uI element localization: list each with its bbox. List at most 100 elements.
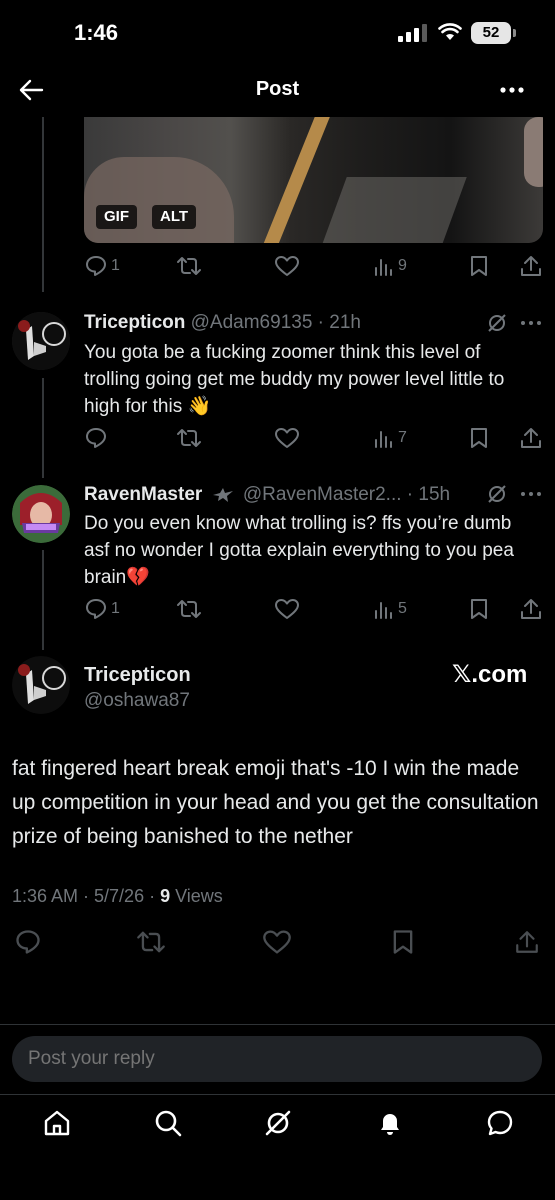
reply-actions: 1 5 <box>84 597 543 623</box>
messages-icon[interactable] <box>485 1108 515 1138</box>
grok-icon[interactable] <box>486 483 508 505</box>
grok-icon[interactable] <box>263 1108 293 1138</box>
share-icon <box>521 599 541 619</box>
thread-line <box>42 378 44 478</box>
reply-time: 15h <box>418 484 451 505</box>
post-actions: 1 9 <box>84 254 543 280</box>
repost-icon <box>177 429 201 447</box>
reply-author-handle[interactable]: @RavenMaster2... <box>243 484 402 505</box>
reply-count: 1 <box>111 257 120 274</box>
post-author-handle[interactable]: @oshawa87 <box>84 690 190 712</box>
wifi-icon <box>438 23 462 40</box>
thread-line <box>42 550 44 650</box>
reply-actions: 7 <box>84 426 543 452</box>
share-icon <box>521 256 541 276</box>
views-button[interactable]: 9 <box>373 254 407 278</box>
views-icon <box>375 259 392 276</box>
notifications-icon[interactable] <box>375 1108 405 1138</box>
post-timestamp: 1:36 AM · 5/7/26 · <box>12 886 161 906</box>
avatar[interactable] <box>12 485 70 543</box>
status-bar: 1:46 52 <box>0 0 555 70</box>
reply-icon <box>86 599 106 619</box>
share-button[interactable] <box>519 254 543 278</box>
reply-icon <box>86 256 106 276</box>
reply-button[interactable]: 1 <box>84 254 120 278</box>
status-time: 1:46 <box>74 20 119 45</box>
bookmark-button[interactable] <box>468 254 490 278</box>
repost-icon[interactable] <box>136 928 166 956</box>
reply-icon <box>86 428 106 448</box>
media-shape <box>84 157 234 243</box>
share-icon[interactable] <box>514 928 540 956</box>
avatar-image <box>12 312 70 370</box>
alt-badge[interactable]: ALT <box>152 205 197 229</box>
search-icon[interactable] <box>153 1108 183 1138</box>
like-button[interactable] <box>274 426 300 450</box>
signal-icon <box>398 24 427 42</box>
home-icon[interactable] <box>42 1108 72 1138</box>
post-actions <box>12 928 542 956</box>
reply-button[interactable] <box>84 426 111 450</box>
repost-button[interactable] <box>176 597 202 621</box>
avatar-image <box>12 485 70 543</box>
reply-author-handle[interactable]: @Adam69135 <box>191 312 313 333</box>
bookmark-icon <box>471 256 487 276</box>
reply-text: Do you even know what trolling is? ffs y… <box>84 513 514 588</box>
divider <box>0 1094 555 1095</box>
like-icon <box>275 599 299 619</box>
reply-header: RavenMaster @RavenMaster2... · 15h <box>84 484 450 506</box>
reply-button[interactable]: 1 <box>84 597 120 621</box>
reply-time: 21h <box>329 312 361 333</box>
bookmark-icon[interactable] <box>390 928 416 956</box>
reply-text: You gota be a fucking zoomer think this … <box>84 342 505 417</box>
repost-button[interactable] <box>176 254 202 278</box>
reply-input[interactable] <box>12 1036 542 1082</box>
share-icon <box>521 428 541 448</box>
bookmark-button[interactable] <box>468 426 490 450</box>
more-icon[interactable] <box>498 78 526 102</box>
like-button[interactable] <box>274 597 300 621</box>
divider <box>0 1024 555 1025</box>
avatar[interactable] <box>12 312 70 370</box>
avatar[interactable] <box>12 656 70 714</box>
media-shape <box>261 117 331 243</box>
like-icon[interactable] <box>262 928 292 956</box>
views-button[interactable]: 5 <box>373 597 407 621</box>
gif-badge: GIF <box>96 205 137 229</box>
reply-icon[interactable] <box>14 928 42 956</box>
post-views-count[interactable]: 9 <box>160 886 170 906</box>
more-icon[interactable] <box>520 489 542 499</box>
more-icon[interactable] <box>520 318 542 328</box>
battery-tip <box>513 29 516 37</box>
gif-media[interactable]: GIF ALT <box>84 117 543 243</box>
views-icon <box>375 602 392 619</box>
like-button[interactable] <box>274 254 300 278</box>
source-watermark: 𝕏.com <box>452 661 528 688</box>
post-author-name[interactable]: Tricepticon <box>84 664 191 687</box>
post-text: fat fingered heart break emoji that's -1… <box>12 757 539 848</box>
media-shape <box>321 177 467 243</box>
bookmark-icon <box>471 428 487 448</box>
views-count: 9 <box>398 257 407 274</box>
reply-author-name[interactable]: RavenMaster <box>84 484 202 505</box>
repost-button[interactable] <box>176 426 202 450</box>
post-views-label: Views <box>170 886 223 906</box>
like-icon <box>275 428 299 448</box>
grok-icon[interactable] <box>486 312 508 334</box>
thread-line <box>42 117 44 292</box>
repost-icon <box>177 257 201 275</box>
reply-author-name[interactable]: Tricepticon <box>84 312 185 333</box>
page-title: Post <box>255 78 300 100</box>
share-button[interactable] <box>519 426 543 450</box>
reply-header: Tricepticon @Adam69135 · 21h <box>84 312 361 334</box>
share-button[interactable] <box>519 597 543 621</box>
reply-count: 1 <box>111 600 120 617</box>
top-bar: Post <box>0 70 555 110</box>
meta-separator: · <box>401 484 419 505</box>
like-icon <box>275 256 299 276</box>
meta-separator: · <box>312 312 330 333</box>
bookmark-button[interactable] <box>468 597 490 621</box>
views-icon <box>375 431 392 448</box>
views-count: 7 <box>398 429 407 446</box>
views-button[interactable]: 7 <box>373 426 407 450</box>
